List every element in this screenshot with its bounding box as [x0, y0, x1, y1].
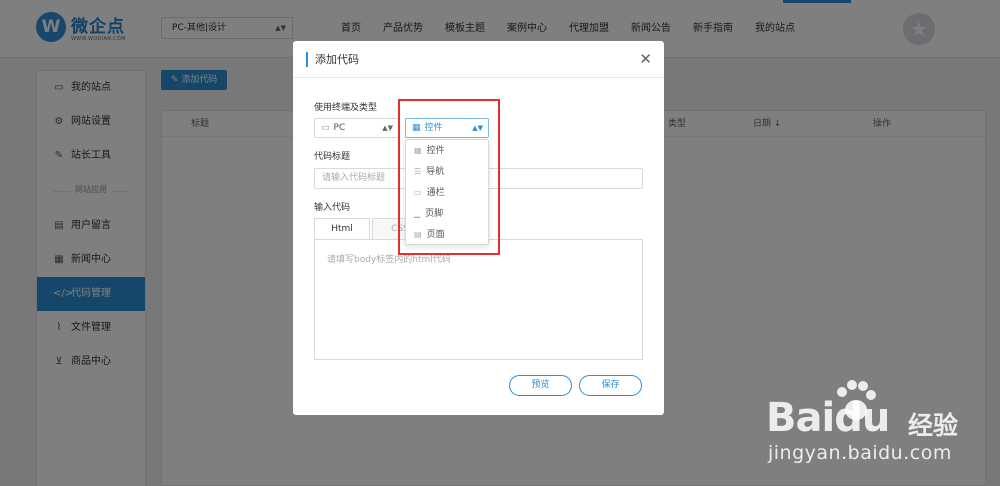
preview-button[interactable]: 预览	[509, 375, 572, 396]
close-icon[interactable]: ✕	[639, 49, 652, 69]
watermark-sub: 经验	[908, 411, 959, 440]
monitor-icon: ▭	[321, 123, 330, 133]
annotation-highlight-box	[398, 99, 500, 255]
select-arrows-icon: ▲▼	[382, 124, 393, 132]
code-textarea[interactable]: 请填写body标签内的html代码	[314, 239, 643, 360]
terminal-select[interactable]: ▭ PC ▲▼	[314, 118, 399, 138]
code-input-label: 输入代码	[314, 203, 351, 213]
terminal-type-label: 使用终端及类型	[314, 103, 378, 113]
save-button[interactable]: 保存	[579, 375, 642, 396]
modal-header: 添加代码 ✕	[293, 41, 664, 78]
baidu-watermark: Baidu 经验 jingyan.baidu.com	[766, 378, 996, 478]
tab-html[interactable]: Html	[314, 218, 370, 240]
code-title-label: 代码标题	[314, 152, 351, 162]
watermark-url: jingyan.baidu.com	[768, 442, 952, 464]
terminal-select-value: PC	[333, 123, 346, 133]
watermark-brand: Baidu	[766, 395, 890, 441]
modal-title: 添加代码	[306, 52, 359, 67]
